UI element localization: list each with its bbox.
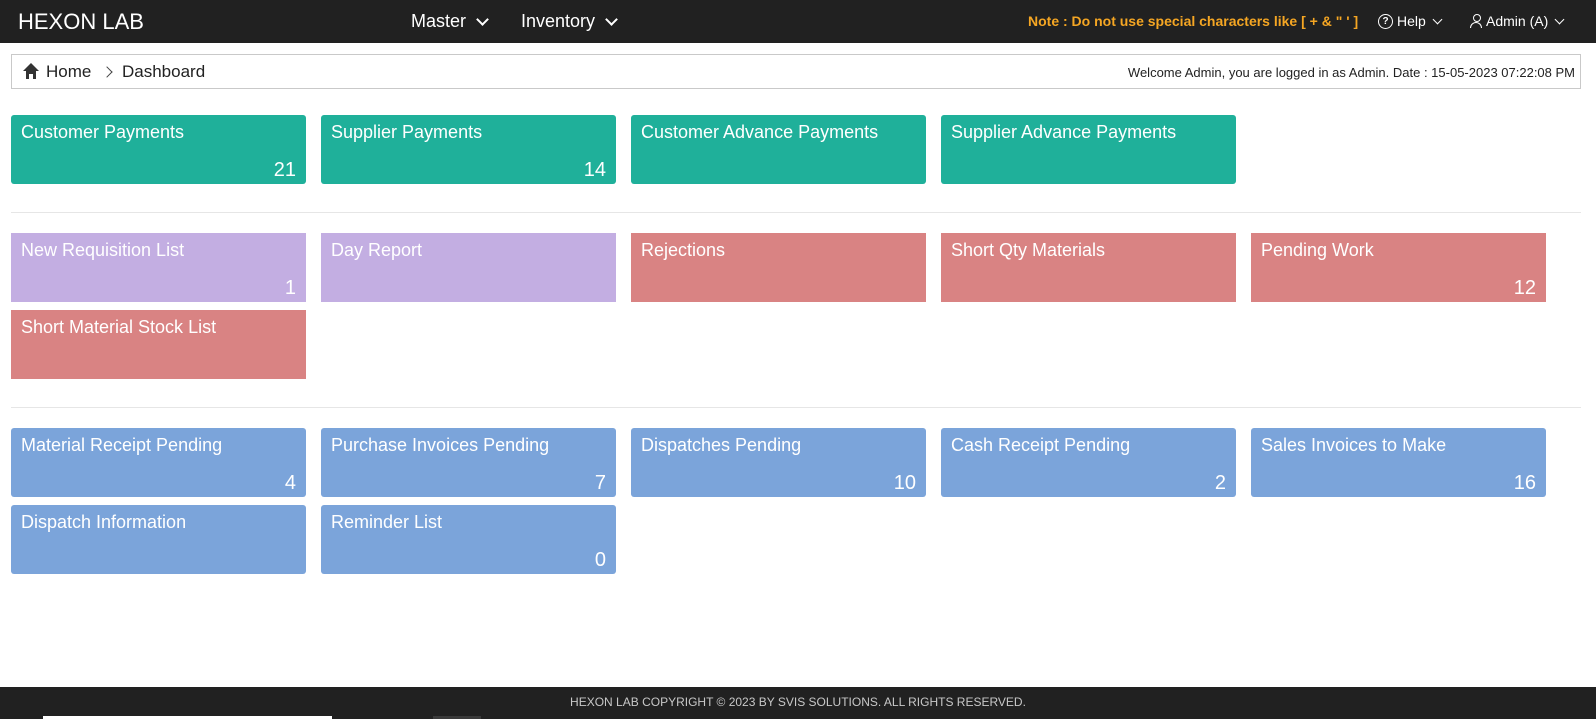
tile-supplier-payments[interactable]: Supplier Payments 14 <box>321 115 616 184</box>
user-icon <box>1470 14 1482 28</box>
chevron-down-icon <box>476 13 489 26</box>
tile-title: Supplier Advance Payments <box>951 122 1177 142</box>
tile-count: 16 <box>1513 472 1536 494</box>
tile-title: Dispatches Pending <box>641 435 802 455</box>
tile-count: 2 <box>1214 472 1226 494</box>
footer: HEXON LAB COPYRIGHT © 2023 BY SVIS SOLUT… <box>0 687 1596 719</box>
tile-rejections[interactable]: Rejections <box>631 233 926 302</box>
help-menu[interactable]: ? Help <box>1378 13 1443 29</box>
home-icon[interactable] <box>22 63 40 79</box>
tile-count: 1 <box>284 277 296 299</box>
nav-master-label: Master <box>411 11 467 31</box>
tile-title: Short Material Stock List <box>21 317 217 337</box>
section-divider <box>11 212 1581 213</box>
nav-master-menu[interactable]: Master <box>411 11 489 32</box>
chevron-down-icon <box>1432 14 1443 24</box>
admin-user-menu[interactable]: Admin (A) <box>1470 13 1565 29</box>
tile-count: 7 <box>594 472 606 494</box>
tile-title: Supplier Payments <box>331 122 483 142</box>
tile-new-requisition-list[interactable]: New Requisition List 1 <box>11 233 306 302</box>
chevron-down-icon <box>605 13 618 26</box>
tile-purchase-invoices-pending[interactable]: Purchase Invoices Pending 7 <box>321 428 616 497</box>
footer-copyright: HEXON LAB COPYRIGHT © 2023 BY SVIS SOLUT… <box>570 695 1026 709</box>
tile-title: Short Qty Materials <box>951 240 1106 260</box>
tile-title: Rejections <box>641 240 726 260</box>
top-navbar: HEXON LAB Master Inventory Note : Do not… <box>0 0 1596 43</box>
tile-title: Dispatch Information <box>21 512 187 532</box>
tile-short-qty-materials[interactable]: Short Qty Materials <box>941 233 1236 302</box>
tile-dispatch-information[interactable]: Dispatch Information <box>11 505 306 574</box>
tile-customer-payments[interactable]: Customer Payments 21 <box>11 115 306 184</box>
tile-title: Reminder List <box>331 512 443 532</box>
tile-count: 14 <box>583 159 606 181</box>
welcome-message: Welcome Admin, you are logged in as Admi… <box>1127 65 1575 80</box>
tile-pending-work[interactable]: Pending Work 12 <box>1251 233 1546 302</box>
tile-count: 21 <box>273 159 296 181</box>
tile-title: Material Receipt Pending <box>21 435 223 455</box>
special-chars-note: Note : Do not use special characters lik… <box>1028 13 1359 29</box>
tile-title: Cash Receipt Pending <box>951 435 1131 455</box>
tile-sales-invoices-to-make[interactable]: Sales Invoices to Make 16 <box>1251 428 1546 497</box>
tile-reminder-list[interactable]: Reminder List 0 <box>321 505 616 574</box>
breadcrumb: Home Dashboard Welcome Admin, you are lo… <box>11 54 1581 89</box>
tile-title: Customer Payments <box>21 122 185 142</box>
help-label: Help <box>1397 13 1426 29</box>
breadcrumb-current: Dashboard <box>122 62 206 81</box>
tile-title: New Requisition List <box>21 240 185 260</box>
tile-title: Day Report <box>331 240 423 260</box>
brand-logo[interactable]: HEXON LAB <box>18 9 144 35</box>
section-divider <box>11 407 1581 408</box>
tile-material-receipt-pending[interactable]: Material Receipt Pending 4 <box>11 428 306 497</box>
admin-label: Admin (A) <box>1486 13 1549 29</box>
question-circle-icon: ? <box>1378 13 1393 29</box>
tile-supplier-advance-payments[interactable]: Supplier Advance Payments <box>941 115 1236 184</box>
tile-title: Purchase Invoices Pending <box>331 435 550 455</box>
tile-count: 0 <box>594 549 606 571</box>
tile-title: Pending Work <box>1261 240 1374 260</box>
tile-title: Customer Advance Payments <box>641 122 879 142</box>
tile-count: 10 <box>893 472 916 494</box>
breadcrumb-home-link[interactable]: Home <box>46 62 91 82</box>
tile-cash-receipt-pending[interactable]: Cash Receipt Pending 2 <box>941 428 1236 497</box>
tile-count: 4 <box>284 472 296 494</box>
nav-inventory-menu[interactable]: Inventory <box>521 11 618 32</box>
chevron-right-icon <box>101 66 113 78</box>
tile-title: Sales Invoices to Make <box>1261 435 1447 455</box>
chevron-down-icon <box>1554 14 1565 24</box>
tile-short-material-stock-list[interactable]: Short Material Stock List <box>11 310 306 379</box>
tile-customer-advance-payments[interactable]: Customer Advance Payments <box>631 115 926 184</box>
tile-dispatches-pending[interactable]: Dispatches Pending 10 <box>631 428 926 497</box>
tile-count: 12 <box>1513 277 1536 299</box>
nav-inventory-label: Inventory <box>521 11 596 31</box>
tile-day-report[interactable]: Day Report <box>321 233 616 302</box>
